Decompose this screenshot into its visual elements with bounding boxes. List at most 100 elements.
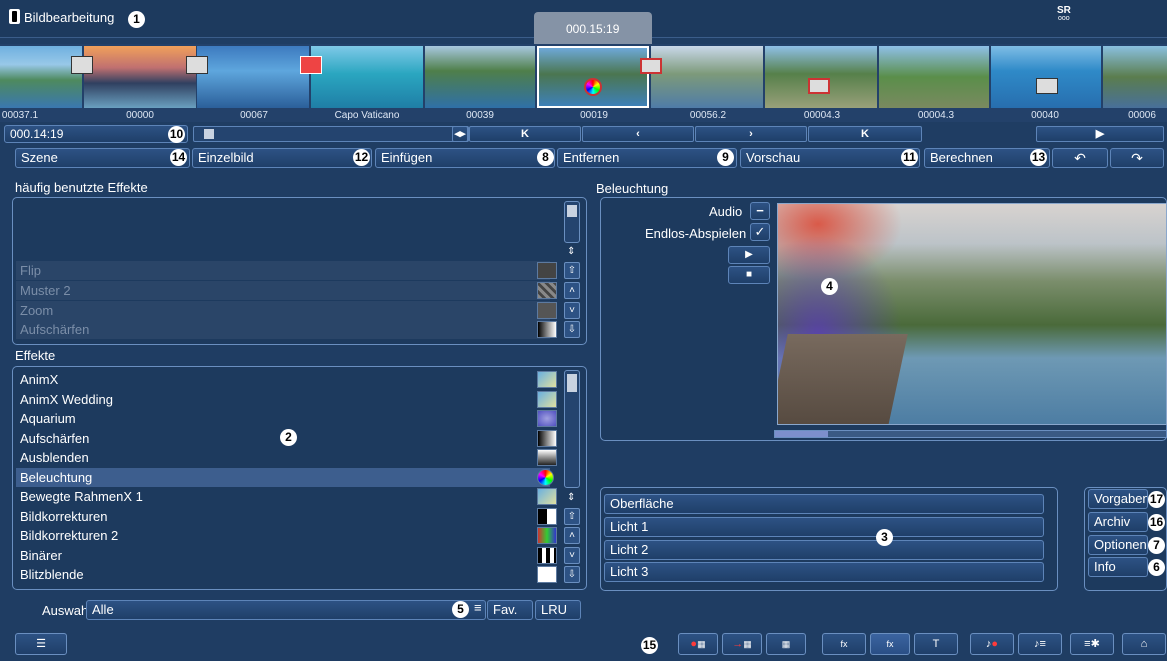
clips-icon: ▦ (781, 639, 791, 649)
archive-button[interactable]: Archiv (1088, 512, 1148, 532)
favorite-item[interactable]: Muster 2 (16, 281, 550, 300)
fx-icon: fx (840, 639, 848, 649)
scene-button[interactable]: Szene (15, 148, 190, 168)
timeline-thumb-9[interactable] (879, 46, 989, 108)
image-effects-button[interactable]: fx (870, 633, 910, 655)
transition-icon[interactable] (186, 56, 208, 74)
effect-item[interactable]: Binärer (16, 546, 550, 565)
effects-scroll-up[interactable]: ˄ (564, 527, 580, 544)
audio-list-button[interactable]: ♪≡ (1018, 633, 1062, 655)
edit-clips-button[interactable]: ▦ (766, 633, 806, 655)
timeline-thumb-1[interactable] (0, 46, 82, 108)
favorites-scroll-down[interactable]: ˅ (564, 302, 580, 319)
effect-item[interactable]: AnimX (16, 370, 550, 389)
undo-button[interactable]: ↶ (1052, 148, 1108, 168)
grid-icon: ▦ (697, 639, 706, 649)
preview-title: Beleuchtung (596, 181, 669, 196)
favorite-item[interactable]: Aufschärfen (16, 320, 550, 339)
next-frame-button[interactable]: › (695, 126, 807, 142)
favorites-filter-button[interactable]: Fav. (487, 600, 533, 620)
import-clips-button[interactable]: →▦ (722, 633, 762, 655)
favorite-item[interactable]: Zoom (16, 301, 550, 320)
light-1-param-button[interactable]: Licht 1 (604, 517, 1044, 537)
timeline-label-1: 00037.1 (1, 110, 39, 121)
transition-icon[interactable] (640, 58, 662, 74)
record-clips-button[interactable]: ●▦ (678, 633, 718, 655)
home-button[interactable]: ⌂ (1122, 633, 1166, 655)
effects-scroll-thumb[interactable] (567, 374, 577, 392)
favorites-scroll-up[interactable]: ˄ (564, 282, 580, 299)
finish-button[interactable]: ≡✱ (1070, 633, 1114, 655)
favorites-scroll-bottom[interactable]: ⇩ (564, 321, 580, 338)
effects-menu-button[interactable]: fx (822, 633, 866, 655)
effects-scroll-bottom[interactable]: ⇩ (564, 566, 580, 583)
options-button[interactable]: Optionen (1088, 535, 1148, 555)
timeline-thumb-8[interactable] (765, 46, 877, 108)
marker-6: 6 (1148, 559, 1165, 576)
effect-item[interactable]: Bildkorrekturen 2 (16, 526, 550, 545)
timeline-thumb-5[interactable] (425, 46, 535, 108)
info-button[interactable]: Info (1088, 557, 1148, 577)
transition-icon[interactable] (300, 56, 322, 74)
effect-item[interactable]: Bildkorrekturen (16, 507, 550, 526)
tools-icon: ≡✱ (1084, 638, 1100, 650)
timeline-thumb-4[interactable] (311, 46, 423, 108)
effect-item-selected[interactable]: Beleuchtung (16, 468, 550, 487)
lru-filter-button[interactable]: LRU (535, 600, 581, 620)
favorite-item[interactable]: Flip (16, 261, 550, 280)
timeline-play-button[interactable]: ▶ (1036, 126, 1164, 142)
effect-item[interactable]: Ausblenden (16, 448, 550, 467)
presets-button[interactable]: Vorgaben (1088, 489, 1148, 509)
timeline-position-field[interactable]: 000.14:19 (4, 125, 188, 143)
effects-scroll-arrows-icon[interactable]: ⇕ (567, 492, 575, 503)
effect-item[interactable]: AnimX Wedding (16, 390, 550, 409)
flip-effect-icon (537, 262, 557, 279)
transition-icon[interactable] (1036, 78, 1058, 94)
timeline-thumb-7[interactable] (651, 46, 763, 108)
prev-frame-button[interactable]: ‹ (582, 126, 694, 142)
effect-item[interactable]: Blitzblende (16, 565, 550, 584)
music-list-icon: ♪≡ (1034, 638, 1046, 650)
preview-progress-track[interactable] (774, 430, 1167, 438)
loop-checkbox[interactable]: ✓ (750, 223, 770, 241)
timeline-label-11: 00006 (1128, 110, 1156, 121)
transition-icon[interactable] (808, 78, 830, 94)
flash-effect-icon (537, 566, 557, 583)
remove-button[interactable]: Entfernen (557, 148, 737, 168)
timeline-scrollbar[interactable] (193, 126, 469, 142)
timeline-thumb-10[interactable] (991, 46, 1101, 108)
marker-2: 2 (280, 429, 297, 446)
sliders-icon: ☰ (36, 638, 46, 650)
record-audio-button[interactable]: ♪● (970, 633, 1014, 655)
favorites-scroll-thumb[interactable] (567, 205, 577, 217)
preview-stop-button[interactable]: ■ (728, 266, 770, 284)
effects-scroll-top[interactable]: ⇧ (564, 508, 580, 525)
light-2-param-button[interactable]: Licht 2 (604, 540, 1044, 560)
transition-icon[interactable] (71, 56, 93, 74)
last-frame-button[interactable]: K (808, 126, 922, 142)
selection-dropdown[interactable]: Alle (86, 600, 486, 620)
audio-toggle[interactable]: − (750, 202, 770, 220)
effect-item[interactable]: Aquarium (16, 409, 550, 428)
effect-item[interactable]: Bewegte RahmenX 1 (16, 487, 550, 506)
timeline-thumb-3[interactable] (197, 46, 309, 108)
favorites-scroll-top[interactable]: ⇧ (564, 262, 580, 279)
preview-button[interactable]: Vorschau (740, 148, 920, 168)
preview-play-button[interactable]: ▶ (728, 246, 770, 264)
timeline-scroll-thumb[interactable] (204, 129, 214, 139)
timeline-label-8: 00004.3 (803, 110, 841, 121)
timeline-thumb-6[interactable] (537, 46, 649, 108)
fit-button[interactable]: ◂▸ (452, 126, 468, 142)
surface-param-button[interactable]: Oberfläche (604, 494, 1044, 514)
redo-button[interactable]: ↷ (1110, 148, 1164, 168)
effects-scroll-down[interactable]: ˅ (564, 547, 580, 564)
light-3-param-button[interactable]: Licht 3 (604, 562, 1044, 582)
title-button[interactable]: T (914, 633, 958, 655)
single-frame-button[interactable]: Einzelbild (192, 148, 372, 168)
settings-sliders-button[interactable]: ☰ (15, 633, 67, 655)
first-frame-button[interactable]: K (469, 126, 581, 142)
favorites-scroll-arrows-icon[interactable]: ⇕ (567, 246, 575, 257)
timeline-thumb-2[interactable] (84, 46, 196, 108)
timeline-thumb-11[interactable] (1103, 46, 1167, 108)
insert-button[interactable]: Einfügen (375, 148, 555, 168)
